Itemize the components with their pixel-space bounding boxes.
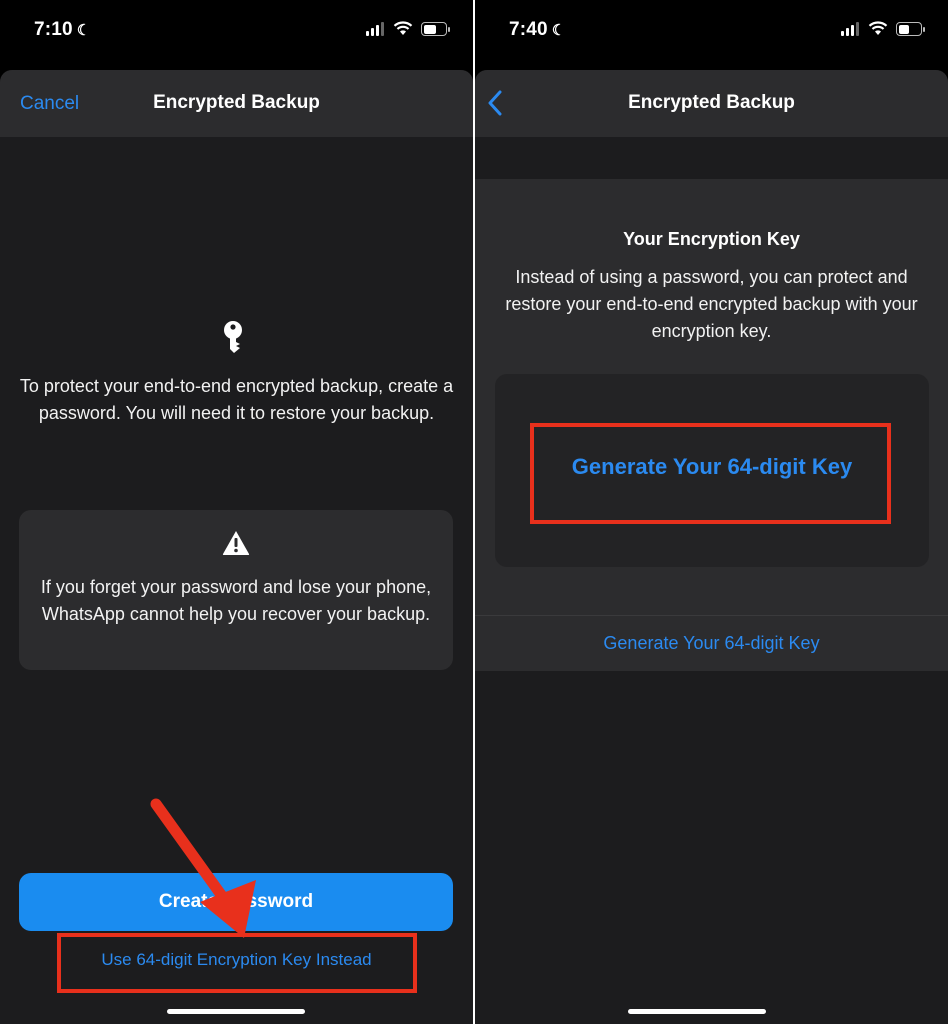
nav-bar: Encrypted Backup: [475, 70, 948, 137]
encryption-key-section: Your Encryption Key Instead of using a p…: [475, 179, 948, 671]
status-time: 7:40 ☾: [509, 19, 566, 40]
wifi-icon: [868, 21, 888, 35]
empty-area: [475, 671, 948, 1024]
home-indicator: [628, 1009, 766, 1014]
generate-key-card: Generate Your 64-digit Key: [495, 374, 929, 567]
right-phone-screen: 7:40 ☾ Encrypted Backup Your Encryption K…: [475, 0, 948, 1024]
encrypted-backup-sheet: Encrypted Backup Your Encryption Key Ins…: [475, 70, 948, 1024]
use-encryption-key-link[interactable]: Use 64-digit Encryption Key Instead: [0, 950, 473, 970]
signal-icon: [841, 22, 859, 36]
nav-title: Encrypted Backup: [153, 92, 320, 113]
status-bar: 7:40 ☾: [475, 0, 948, 62]
moon-icon: ☾: [76, 22, 91, 39]
annotation-arrow: [150, 798, 256, 938]
battery-icon: [421, 22, 450, 36]
moon-icon: ☾: [551, 22, 566, 39]
key-icon: [224, 321, 242, 353]
status-time: 7:10 ☾: [34, 19, 91, 40]
section-title: Your Encryption Key: [623, 229, 800, 249]
section-description: Instead of using a password, you can pro…: [505, 267, 918, 341]
nav-title: Encrypted Backup: [628, 92, 795, 113]
home-indicator: [167, 1009, 305, 1014]
generate-key-link[interactable]: Generate Your 64-digit Key: [475, 633, 948, 654]
battery-icon: [896, 22, 925, 36]
warning-text: If you forget your password and lose you…: [40, 577, 432, 624]
nav-bar: Cancel Encrypted Backup: [0, 70, 473, 137]
divider-line: [475, 615, 948, 616]
left-phone-screen: 7:10 ☾ Cancel Encrypted Backup To protect…: [0, 0, 473, 1024]
wifi-icon: [393, 21, 413, 35]
signal-icon: [366, 22, 384, 36]
generate-key-button[interactable]: Generate Your 64-digit Key: [495, 454, 929, 480]
intro-text: To protect your end-to-end encrypted bac…: [19, 376, 454, 423]
warning-icon: [222, 531, 250, 555]
warning-card: If you forget your password and lose you…: [19, 510, 453, 670]
section-spacer: [475, 137, 948, 179]
status-bar: 7:10 ☾: [0, 0, 473, 62]
